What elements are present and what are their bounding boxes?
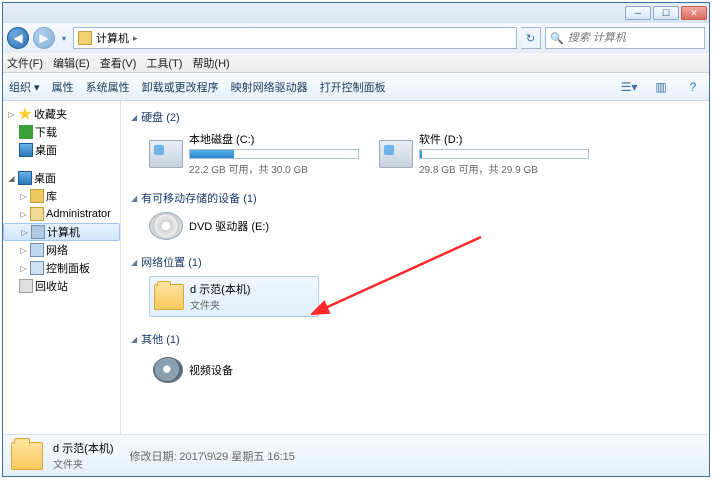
folder-icon [11,442,43,470]
help-button[interactable]: ? [683,77,703,97]
details-modified: 修改日期: 2017\9\29 星期五 16:15 [130,448,295,464]
computer-icon [31,225,45,239]
search-icon: 🔍 [550,32,564,45]
search-input[interactable] [568,32,688,44]
capacity-bar [189,149,359,159]
details-pane: d 示范(本机) 文件夹 修改日期: 2017\9\29 星期五 16:15 [3,434,709,476]
hdd-icon [149,140,183,168]
other-video[interactable]: 视频设备 [149,353,319,387]
search-box[interactable]: 🔍 [545,27,705,49]
refresh-button[interactable]: ↻ [521,27,541,49]
folder-icon [154,284,184,310]
back-button[interactable]: ◀ [7,27,29,49]
breadcrumb[interactable]: 计算机 [96,30,129,46]
controlpanel-icon [30,261,44,275]
user-icon [30,207,44,221]
tool-uninstall[interactable]: 卸载或更改程序 [142,79,219,95]
menu-help[interactable]: 帮助(H) [192,55,229,71]
forward-button[interactable]: ▶ [33,27,55,49]
tool-controlpanel[interactable]: 打开控制面板 [320,79,386,95]
tool-mapdrive[interactable]: 映射网络驱动器 [231,79,308,95]
tree-controlpanel[interactable]: ▷控制面板 [3,259,120,277]
collapse-icon: ◢ [131,113,137,122]
crumb-sep-icon[interactable]: ▸ [133,33,138,44]
hdd-icon [379,140,413,168]
collapse-icon: ◢ [131,194,137,203]
menu-edit[interactable]: 编辑(E) [53,55,90,71]
menu-file[interactable]: 文件(F) [7,55,43,71]
network-icon [30,243,44,257]
collapse-icon: ◢ [131,335,137,344]
libraries-icon [30,189,44,203]
tree-network[interactable]: ▷网络 [3,241,120,259]
drive-dvd[interactable]: DVD 驱动器 (E:) [149,212,359,240]
capacity-bar [419,149,589,159]
maximize-button[interactable]: ☐ [653,6,679,20]
minimize-button[interactable]: ─ [625,6,651,20]
tree-user[interactable]: ▷Administrator [3,205,120,223]
recyclebin-icon [19,279,33,293]
group-other: ◢其他 (1) 视频设备 [131,329,699,391]
tree-libraries[interactable]: ▷库 [3,187,120,205]
menu-view[interactable]: 查看(V) [100,55,137,71]
download-icon [19,125,33,139]
tool-organize[interactable]: 组织 ▾ [9,79,40,95]
group-header-netloc[interactable]: ◢网络位置 (1) [131,252,699,272]
netloc-folder[interactable]: d 示范(本机) 文件夹 [149,276,319,317]
tool-properties[interactable]: 属性 [52,79,74,95]
tree-recyclebin[interactable]: 回收站 [3,277,120,295]
nav-sidebar: ▷收藏夹 下载 桌面 ◢桌面 ▷库 ▷Administrator ▷计算机 ▷网… [3,101,121,434]
group-header-hdd[interactable]: ◢硬盘 (2) [131,107,699,127]
nav-row: ◀ ▶ ▾ 计算机 ▸ ↻ 🔍 [3,23,709,53]
collapse-icon: ◢ [131,258,137,267]
tree-favorites[interactable]: ▷收藏夹 [3,105,120,123]
content-pane[interactable]: ◢硬盘 (2) 本地磁盘 (C:) 22.2 GB 可用，共 30.0 GB [121,101,709,434]
explorer-window: ─ ☐ ✕ ◀ ▶ ▾ 计算机 ▸ ↻ 🔍 文件(F) 编辑(E) 查看(V) … [2,2,710,477]
titlebar: ─ ☐ ✕ [3,3,709,23]
toolbar: 组织 ▾ 属性 系统属性 卸载或更改程序 映射网络驱动器 打开控制面板 ☰▾ ▥… [3,73,709,101]
details-type: 文件夹 [53,456,114,471]
star-icon [18,107,32,121]
drive-d[interactable]: 软件 (D:) 29.8 GB 可用，共 29.9 GB [379,131,589,176]
menubar: 文件(F) 编辑(E) 查看(V) 工具(T) 帮助(H) [3,53,709,73]
drive-c[interactable]: 本地磁盘 (C:) 22.2 GB 可用，共 30.0 GB [149,131,359,176]
close-button[interactable]: ✕ [681,6,707,20]
tree-downloads[interactable]: 下载 [3,123,120,141]
group-header-other[interactable]: ◢其他 (1) [131,329,699,349]
preview-pane-button[interactable]: ▥ [651,77,671,97]
tool-sysprops[interactable]: 系统属性 [86,79,130,95]
group-header-removable[interactable]: ◢有可移动存储的设备 (1) [131,188,699,208]
computer-icon [78,31,92,45]
group-removable: ◢有可移动存储的设备 (1) DVD 驱动器 (E:) [131,188,699,244]
address-bar[interactable]: 计算机 ▸ [73,27,517,49]
menu-tools[interactable]: 工具(T) [146,55,182,71]
history-dropdown[interactable]: ▾ [59,27,69,49]
dvd-icon [149,212,183,240]
view-mode-button[interactable]: ☰▾ [619,77,639,97]
desktop-icon [18,171,32,185]
group-hdd: ◢硬盘 (2) 本地磁盘 (C:) 22.2 GB 可用，共 30.0 GB [131,107,699,180]
tree-computer[interactable]: ▷计算机 [3,223,120,241]
desktop-icon [19,143,33,157]
tree-desktop[interactable]: ◢桌面 [3,169,120,187]
group-netloc: ◢网络位置 (1) d 示范(本机) 文件夹 [131,252,699,321]
camera-icon [153,357,183,383]
tree-desktop-fav[interactable]: 桌面 [3,141,120,159]
details-name: d 示范(本机) [53,440,114,456]
